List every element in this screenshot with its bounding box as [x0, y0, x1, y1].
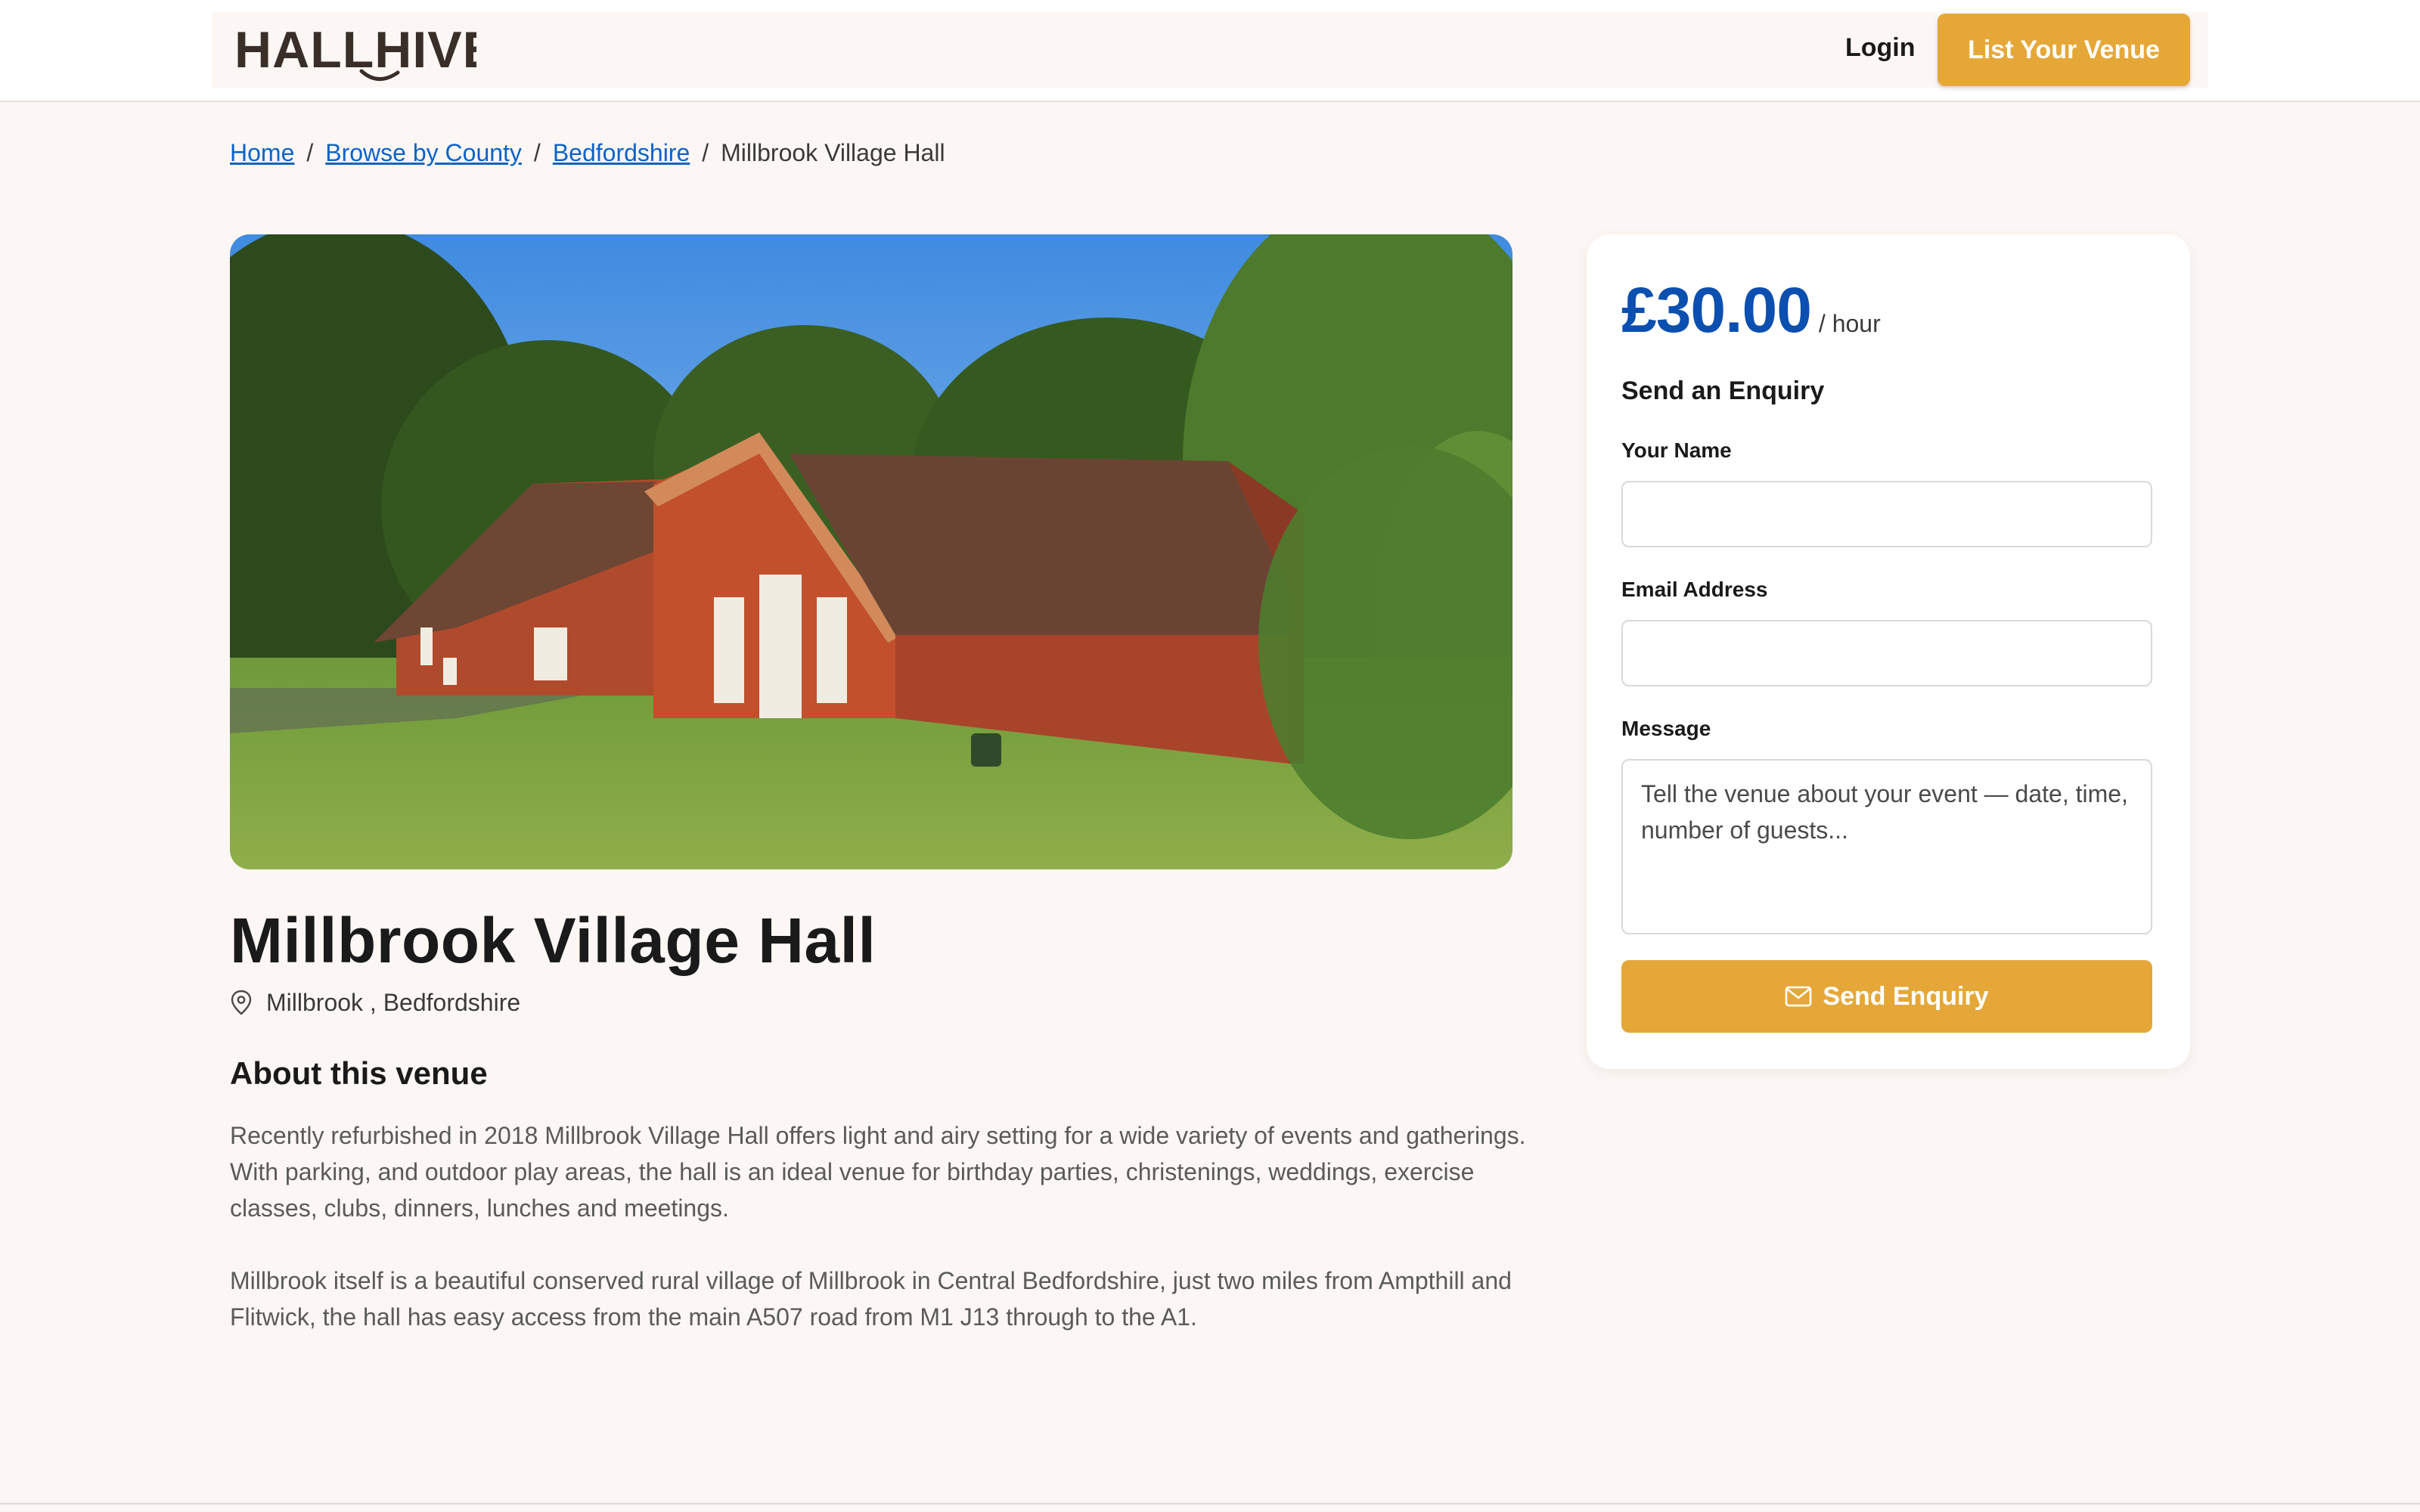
- message-label: Message: [1621, 717, 1711, 740]
- breadcrumb-county-link[interactable]: Browse by County: [325, 139, 522, 166]
- venue-title: Millbrook Village Hall: [230, 905, 876, 976]
- footer-divider: [0, 1503, 2420, 1504]
- village-hall-illustration: [230, 234, 1512, 869]
- price-unit: / hour: [1818, 310, 1881, 337]
- venue-photo: [230, 234, 1512, 869]
- map-pin-icon: [231, 990, 252, 1015]
- send-enquiry-label: Send Enquiry: [1823, 981, 1989, 1011]
- breadcrumb-separator: /: [306, 139, 314, 166]
- login-link[interactable]: Login: [1845, 33, 1916, 63]
- breadcrumb: Home / Browse by County / Bedfordshire / Millb…: [230, 139, 945, 167]
- message-textarea[interactable]: [1621, 759, 2152, 934]
- about-heading: About this venue: [230, 1055, 488, 1091]
- breadcrumb-current: Millbrook Village Hall: [721, 139, 945, 166]
- email-label: Email Address: [1621, 578, 1768, 601]
- breadcrumb-separator: /: [702, 139, 709, 166]
- top-navigation-bar: HALLHIVE Login List Your Venue: [0, 0, 2420, 102]
- description-paragraph: Millbrook itself is a beautiful conserve…: [230, 1267, 1512, 1331]
- location-text: Millbrook , Bedfordshire: [266, 988, 521, 1016]
- name-label: Your Name: [1621, 438, 1732, 462]
- envelope-icon: [1786, 986, 1812, 1007]
- description-paragraph: Recently refurbished in 2018 Millbrook V…: [230, 1122, 1526, 1222]
- breadcrumb-home-link[interactable]: Home: [230, 139, 294, 166]
- header: HALLHIVE Login List Your Venue: [212, 12, 2208, 88]
- enquiry-card: £30.00 / hour Send an Enquiry Your Name …: [1587, 234, 2190, 1069]
- list-your-venue-button[interactable]: List Your Venue: [1938, 14, 2190, 86]
- name-input[interactable]: [1621, 481, 2152, 547]
- hallhive-logo[interactable]: HALLHIVE: [234, 18, 476, 86]
- breadcrumb-bedfordshire-link[interactable]: Bedfordshire: [553, 139, 690, 166]
- breadcrumb-separator: /: [533, 139, 541, 166]
- enquiry-heading: Send an Enquiry: [1621, 376, 1825, 405]
- send-enquiry-button[interactable]: Send Enquiry: [1621, 960, 2152, 1033]
- venue-location: Millbrook , Bedfordshire: [230, 986, 520, 1019]
- price-value: £30.00: [1621, 274, 1812, 345]
- price-display: £30.00 / hour: [1621, 274, 1881, 347]
- svg-text:HALLHIVE: HALLHIVE: [234, 21, 476, 79]
- email-input[interactable]: [1621, 620, 2152, 686]
